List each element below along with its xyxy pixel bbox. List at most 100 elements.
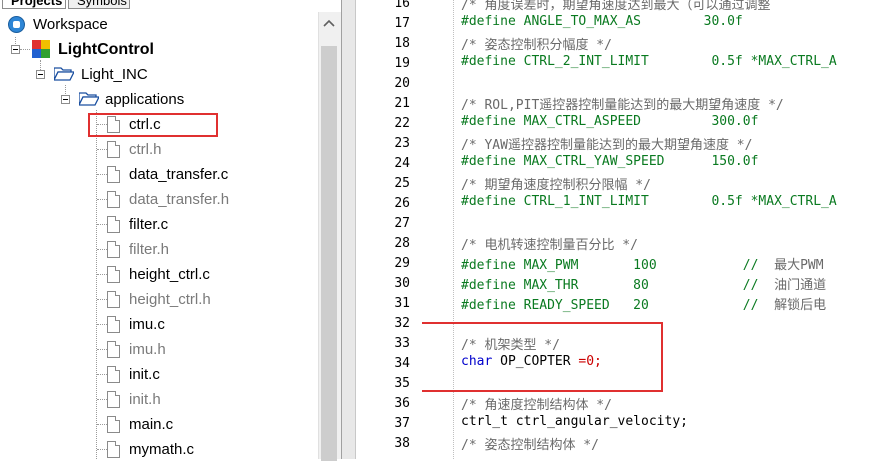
line-number: 17	[394, 16, 410, 31]
code-token: /* 期望角速度控制积分限幅 */	[461, 178, 651, 193]
tree-item-folder[interactable]: applications	[0, 87, 318, 112]
code-line[interactable]: /* ROL,PIT遥控器控制量能达到的最大期望角速度 */	[461, 94, 784, 114]
panel-splitter[interactable]	[342, 0, 356, 459]
tree-item-file[interactable]: main.c	[0, 412, 318, 437]
code-line[interactable]: /* 姿态控制结构体 */	[461, 434, 599, 454]
file-label: mymath.c	[129, 441, 195, 458]
tree-item-file[interactable]: imu.c	[0, 312, 318, 337]
code-token: /* YAW遥控器控制量能达到的最大期望角速度 */	[461, 138, 753, 153]
code-line[interactable]: ctrl_t ctrl_angular_velocity;	[461, 414, 688, 434]
code-token: /* 角度误差时，期望角速度达到最大（可以通过调整	[461, 0, 771, 13]
code-line[interactable]: /* YAW遥控器控制量能达到的最大期望角速度 */	[461, 134, 752, 154]
code-token: /* 姿态控制积分幅度 */	[461, 38, 612, 53]
code-token: /* 机架类型 */	[461, 338, 560, 353]
tree-item-file[interactable]: init.c	[0, 362, 318, 387]
line-number: 28	[394, 236, 410, 251]
workspace-icon	[8, 16, 25, 33]
file-label: init.c	[129, 366, 160, 383]
code-token: /* 姿态控制结构体 */	[461, 438, 599, 453]
file-icon	[107, 216, 120, 233]
collapse-toggle[interactable]	[11, 45, 20, 54]
tree-item-file[interactable]: imu.h	[0, 337, 318, 362]
panel-tabs: Projects Symbols	[0, 0, 342, 10]
line-number: 23	[394, 136, 410, 151]
project-icon	[32, 40, 50, 58]
file-label: init.h	[129, 391, 161, 408]
folder-open-icon	[54, 67, 74, 81]
file-icon	[107, 241, 120, 258]
tree-item-file[interactable]: filter.h	[0, 237, 318, 262]
code-line[interactable]: /* 姿态控制积分幅度 */	[461, 34, 612, 54]
code-line[interactable]: #define MAX_THR 80 // 油门通道	[461, 274, 826, 294]
scroll-up-icon[interactable]	[321, 16, 337, 32]
file-label: filter.c	[129, 216, 169, 233]
tree-item-workspace[interactable]: Workspace	[0, 12, 318, 37]
line-number: 33	[394, 336, 410, 351]
code-line[interactable]: /* 角度误差时，期望角速度达到最大（可以通过调整	[461, 0, 770, 14]
tree-item-group[interactable]: Light_INC	[0, 62, 318, 87]
code-line[interactable]: char OP_COPTER =0;	[461, 354, 602, 374]
code-line[interactable]: #define CTRL_2_INT_LIMIT 0.5f *MAX_CTRL_…	[461, 54, 837, 74]
collapse-toggle[interactable]	[61, 95, 70, 104]
code-line[interactable]: /* 电机转速控制量百分比 */	[461, 234, 638, 254]
file-icon	[107, 416, 120, 433]
project-tree: Workspace LightControl Light_INC applica…	[0, 12, 318, 459]
line-number: 16	[394, 0, 410, 11]
code-line[interactable]: /* 角速度控制结构体 */	[461, 394, 612, 414]
file-icon	[107, 291, 120, 308]
tab-projects[interactable]: Projects	[2, 0, 66, 9]
file-label: data_transfer.c	[129, 166, 229, 183]
code-token: #define CTRL_1_INT_LIMIT 0.5f *MAX_CTRL_…	[461, 194, 837, 209]
line-number: 32	[394, 316, 410, 331]
line-number: 21	[394, 96, 410, 111]
folder-open-icon	[79, 92, 99, 106]
code-line[interactable]: /* 机架类型 */	[461, 334, 560, 354]
tree-scrollbar[interactable]	[318, 12, 341, 461]
line-number: 34	[394, 356, 410, 371]
project-panel: Projects Symbols Workspace LightControl	[0, 0, 342, 461]
tree-item-file[interactable]: mymath.c	[0, 437, 318, 459]
tree-item-file[interactable]: data_transfer.h	[0, 187, 318, 212]
tree-item-file[interactable]: height_ctrl.h	[0, 287, 318, 312]
line-number: 29	[394, 256, 410, 271]
collapse-toggle[interactable]	[36, 70, 45, 79]
line-number: 20	[394, 76, 410, 91]
tree-item-project[interactable]: LightControl	[0, 37, 318, 62]
code-line[interactable]: #define MAX_CTRL_YAW_SPEED 150.0f	[461, 154, 758, 174]
code-token: #define MAX_CTRL_ASPEED 300.0f	[461, 114, 759, 129]
line-number: 18	[394, 36, 410, 51]
code-line[interactable]: #define ANGLE_TO_MAX_AS 30.0f	[461, 14, 743, 34]
code-line[interactable]: #define MAX_PWM 100 // 最大PWM	[461, 254, 824, 274]
code-line[interactable]: #define READY_SPEED 20 // 解锁后电	[461, 294, 826, 314]
code-token: #define READY_SPEED 20 //	[461, 298, 775, 313]
file-icon	[107, 266, 120, 283]
file-label: height_ctrl.c	[129, 266, 210, 283]
code-line[interactable]: #define MAX_CTRL_ASPEED 300.0f	[461, 114, 758, 134]
code-token: 0;	[586, 354, 602, 369]
tree-item-file[interactable]: init.h	[0, 387, 318, 412]
selection-highlight	[88, 113, 218, 137]
line-number: 30	[394, 276, 410, 291]
line-number: 36	[394, 396, 410, 411]
file-label: data_transfer.h	[129, 191, 230, 208]
line-number: 24	[394, 156, 410, 171]
code-line[interactable]: #define CTRL_1_INT_LIMIT 0.5f *MAX_CTRL_…	[461, 194, 837, 214]
tab-symbols[interactable]: Symbols	[68, 0, 130, 9]
file-label: main.c	[129, 416, 174, 433]
code-token: ctrl_t ctrl_angular_velocity;	[461, 414, 688, 429]
tree-item-file[interactable]: height_ctrl.c	[0, 262, 318, 287]
tree-item-file[interactable]: filter.c	[0, 212, 318, 237]
project-label: LightControl	[58, 41, 154, 58]
tree-item-file[interactable]: ctrl.h	[0, 137, 318, 162]
code-editor[interactable]: /* 角度误差时，期望角速度达到最大（可以通过调整 #define ANGLE_T…	[422, 0, 875, 459]
line-number: 26	[394, 196, 410, 211]
code-token: char	[461, 354, 493, 369]
file-label: height_ctrl.h	[129, 291, 211, 308]
tree-item-file[interactable]: data_transfer.c	[0, 162, 318, 187]
code-token: #define MAX_PWM 100 //	[461, 258, 775, 273]
scroll-thumb[interactable]	[321, 46, 337, 461]
code-line[interactable]: /* 期望角速度控制积分限幅 */	[461, 174, 651, 194]
file-label: imu.h	[129, 341, 166, 358]
code-token: /* 角速度控制结构体 */	[461, 398, 612, 413]
file-label: filter.h	[129, 241, 170, 258]
